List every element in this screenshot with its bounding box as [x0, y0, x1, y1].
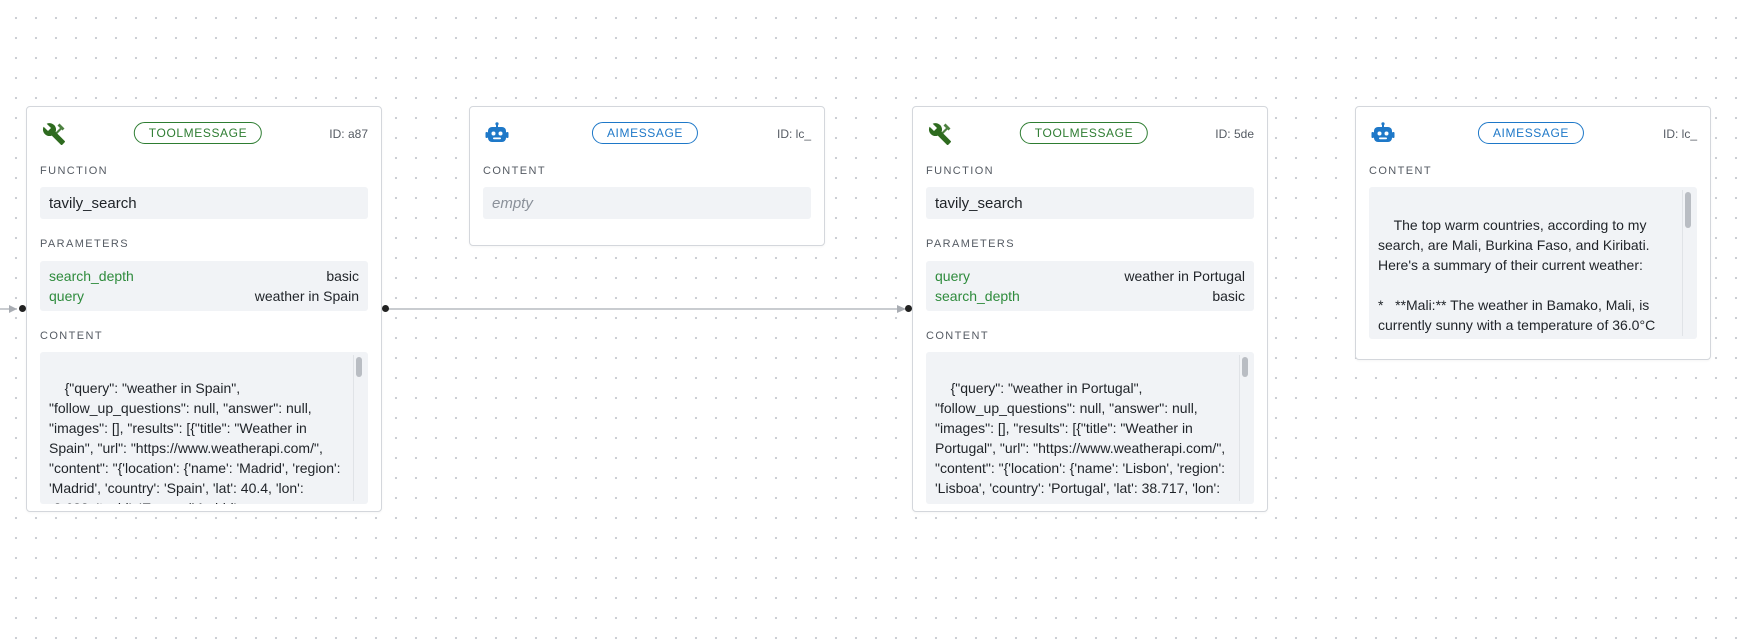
node-header: AIMESSAGE ID: lc_	[1356, 107, 1710, 157]
parameters-label: PARAMETERS	[926, 238, 1015, 250]
toolmessage-badge: TOOLMESSAGE	[1019, 122, 1149, 144]
ai-message-node[interactable]: AIMESSAGE ID: lc_ CONTENT empty	[469, 106, 825, 246]
content-scrollbar[interactable]	[1682, 190, 1693, 336]
parameter-value: weather in Portugal	[1124, 268, 1245, 284]
content-text: {"query": "weather in Spain", "follow_up…	[49, 380, 341, 504]
content-scrollbar[interactable]	[353, 355, 364, 501]
node-header: AIMESSAGE ID: lc_	[470, 107, 824, 157]
scrollbar-thumb[interactable]	[356, 357, 362, 377]
function-label: FUNCTION	[40, 165, 109, 177]
node-1-output-handle[interactable]	[382, 305, 389, 312]
parameter-row: query weather in Spain	[49, 286, 359, 306]
parameter-value: basic	[1212, 288, 1245, 304]
parameter-value: basic	[326, 268, 359, 284]
content-text: The top warm countries, according to my …	[1378, 217, 1656, 339]
content-label: CONTENT	[483, 165, 546, 177]
function-value: tavily_search	[926, 187, 1254, 219]
content-empty-value: empty	[483, 187, 811, 219]
robot-icon	[485, 122, 509, 146]
content-scrollbar[interactable]	[1239, 355, 1250, 501]
tools-icon	[42, 122, 66, 146]
node-id: ID: a87	[329, 127, 368, 141]
node-id: ID: lc_	[776, 127, 811, 141]
content-text: {"query": "weather in Portugal", "follow…	[935, 380, 1230, 496]
parameters-table: query weather in Portugal search_depth b…	[926, 261, 1254, 311]
parameter-value: weather in Spain	[254, 288, 359, 304]
function-label: FUNCTION	[926, 165, 995, 177]
parameter-row: search_depth basic	[49, 266, 359, 286]
node-3-input-handle[interactable]	[905, 305, 912, 312]
node-header: TOOLMESSAGE ID: a87	[27, 107, 381, 157]
content-scroll-area[interactable]: {"query": "weather in Portugal", "follow…	[926, 352, 1254, 504]
function-value: tavily_search	[40, 187, 368, 219]
content-label: CONTENT	[40, 330, 103, 342]
aimessage-badge: AIMESSAGE	[591, 122, 699, 144]
toolmessage-badge: TOOLMESSAGE	[133, 122, 263, 144]
parameters-table: search_depth basic query weather in Spai…	[40, 261, 368, 311]
tool-message-node[interactable]: TOOLMESSAGE ID: 5de FUNCTION tavily_sear…	[912, 106, 1268, 512]
parameter-row: query weather in Portugal	[935, 266, 1245, 286]
node-1-input-handle[interactable]	[19, 305, 26, 312]
scrollbar-thumb[interactable]	[1685, 192, 1691, 228]
parameter-key: query	[935, 268, 971, 284]
edge-arrow-node-1	[9, 305, 17, 313]
parameter-key: search_depth	[935, 288, 1020, 304]
ai-message-node[interactable]: AIMESSAGE ID: lc_ CONTENT The top warm c…	[1355, 106, 1711, 360]
content-label: CONTENT	[1369, 165, 1432, 177]
tool-message-node[interactable]: TOOLMESSAGE ID: a87 FUNCTION tavily_sear…	[26, 106, 382, 512]
scrollbar-thumb[interactable]	[1242, 357, 1248, 377]
node-id: ID: lc_	[1662, 127, 1697, 141]
parameter-key: search_depth	[49, 268, 134, 284]
node-header: TOOLMESSAGE ID: 5de	[913, 107, 1267, 157]
robot-icon	[1371, 122, 1395, 146]
node-id: ID: 5de	[1215, 127, 1254, 141]
tools-icon	[928, 122, 952, 146]
content-scroll-area[interactable]: The top warm countries, according to my …	[1369, 187, 1697, 339]
parameter-row: search_depth basic	[935, 286, 1245, 306]
parameters-label: PARAMETERS	[40, 238, 129, 250]
content-label: CONTENT	[926, 330, 989, 342]
aimessage-badge: AIMESSAGE	[1477, 122, 1585, 144]
content-scroll-area[interactable]: {"query": "weather in Spain", "follow_up…	[40, 352, 368, 504]
parameter-key: query	[49, 288, 85, 304]
